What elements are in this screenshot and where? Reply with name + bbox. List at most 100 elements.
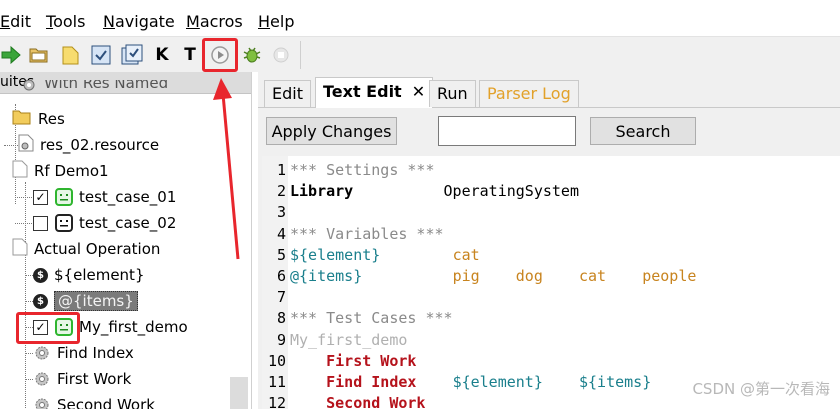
code-token: *** Settings *** [290, 161, 435, 179]
tree-connector [25, 182, 26, 409]
line-number: 4 [276, 224, 286, 243]
tree-item-variable-element[interactable]: $ ${element} [33, 262, 144, 288]
test-case-checkbox[interactable] [33, 215, 48, 231]
tree-item-actual-operation[interactable]: Actual Operation [12, 236, 160, 262]
code-text: ${element} cat [290, 245, 480, 266]
code-token: Library [290, 182, 354, 201]
search-keywords-icon[interactable]: K [151, 44, 173, 66]
code-text: Second Work [290, 393, 425, 409]
tab-run[interactable]: Run [429, 80, 476, 107]
code-token: @{items} [290, 267, 363, 285]
code-token: Find Index [326, 373, 417, 391]
tree-item-test-case-02[interactable]: test_case_02 [33, 210, 176, 236]
tree-connector [25, 353, 33, 354]
apply-changes-button[interactable]: Apply Changes [266, 117, 397, 145]
tree-item-res[interactable]: Res [12, 106, 65, 132]
line-number: 5 [276, 245, 286, 264]
suite-file-icon [12, 238, 28, 260]
code-text: *** Test Cases *** [290, 308, 453, 329]
search-input[interactable] [438, 116, 576, 146]
tree-item-test-case-01[interactable]: ✓ test_case_01 [33, 184, 176, 210]
code-text: Find Index ${element} ${items} [290, 372, 651, 393]
tree-item-second-work[interactable]: Second Work [33, 392, 155, 409]
menu-help[interactable]: Help [258, 12, 294, 32]
code-text: *** Variables *** [290, 224, 444, 245]
code-token: ${element} [290, 245, 381, 264]
code-token: pig dog cat people [452, 267, 697, 285]
tree-connector [4, 145, 18, 146]
gear-icon [33, 396, 51, 409]
close-tab-icon[interactable]: ✕ [412, 82, 425, 101]
tree-item-variable-items[interactable]: $ @{items} [33, 288, 138, 314]
line-number: 2 [276, 182, 286, 201]
tab-text-edit[interactable]: Text Edit ✕ [315, 77, 434, 108]
code-text: *** Settings *** [290, 160, 435, 181]
robot-test-icon [55, 214, 73, 232]
line-number: 1 [276, 161, 286, 179]
suite-file-icon [12, 160, 28, 182]
variable-icon: $ [33, 267, 48, 283]
tree-item-rf-demo1[interactable]: Rf Demo1 [12, 158, 109, 184]
line-number: 9 [276, 330, 286, 349]
code-token: First Work [326, 351, 417, 370]
menu-macros[interactable]: Macros [186, 12, 243, 32]
tree-scrollbar[interactable] [230, 377, 248, 409]
code-text: @{items} pig dog cat people [290, 266, 696, 287]
menu-bar: Edit Tools Navigate Macros Help [0, 0, 840, 36]
line-number: 3 [276, 203, 286, 222]
menu-edit[interactable]: Edit [0, 12, 31, 32]
resource-file-icon [18, 134, 34, 156]
code-text: First Work [290, 351, 416, 372]
search-button[interactable]: Search [590, 117, 696, 145]
gear-icon [20, 80, 38, 94]
variable-icon: $ [33, 293, 48, 309]
code-text: Library OperatingSystem [290, 181, 579, 202]
tree-connector [25, 379, 33, 380]
code-token: OperatingSystem [443, 182, 579, 201]
toolbar: K T [0, 36, 840, 72]
tree-item-first-work[interactable]: First Work [33, 366, 131, 392]
tab-parser-log[interactable]: Parser Log [479, 80, 579, 107]
search-tests-icon[interactable]: T [179, 44, 201, 66]
open-folder-icon[interactable] [28, 44, 50, 66]
highlight-test-checkbox [16, 312, 80, 344]
editor-tabs: Edit Text Edit ✕ Run Parser Log [258, 72, 840, 108]
robot-test-icon [55, 188, 73, 206]
save-icon[interactable] [90, 44, 112, 66]
tree-connector [15, 197, 32, 198]
tab-edit[interactable]: Edit [264, 80, 311, 107]
tree-connector [25, 275, 33, 276]
test-case-checkbox[interactable]: ✓ [33, 189, 48, 205]
stop-icon[interactable] [270, 44, 292, 66]
code-token: ${items} [579, 373, 652, 391]
line-number: 11 [267, 373, 286, 391]
gear-icon [33, 344, 51, 362]
forward-arrow-icon[interactable] [0, 44, 22, 66]
code-token: Second Work [326, 394, 426, 409]
tree-connector [15, 223, 32, 224]
line-number: 12 [267, 394, 286, 409]
annotation-arrow [213, 78, 240, 260]
menu-tools[interactable]: Tools [46, 12, 85, 32]
code-token: ${element} [452, 373, 543, 391]
save-all-icon[interactable] [121, 44, 143, 66]
folder-icon [12, 108, 32, 130]
debug-bug-icon[interactable] [241, 44, 263, 66]
tree-item-suite-partial[interactable]: With Res Named [20, 80, 168, 98]
menu-navigate[interactable]: Navigate [103, 12, 175, 32]
code-token: cat [452, 245, 480, 264]
editor-panel: Edit Text Edit ✕ Run Parser Log Apply Cha… [258, 72, 840, 409]
text-editor[interactable]: 1 *** Settings *** 2 Library OperatingSyste… [262, 156, 840, 409]
code-token: *** Test Cases *** [290, 309, 453, 328]
highlight-run-button [202, 38, 238, 72]
new-folder-icon[interactable] [60, 44, 82, 66]
tree-item-resource-file[interactable]: res_02.resource [18, 132, 159, 158]
